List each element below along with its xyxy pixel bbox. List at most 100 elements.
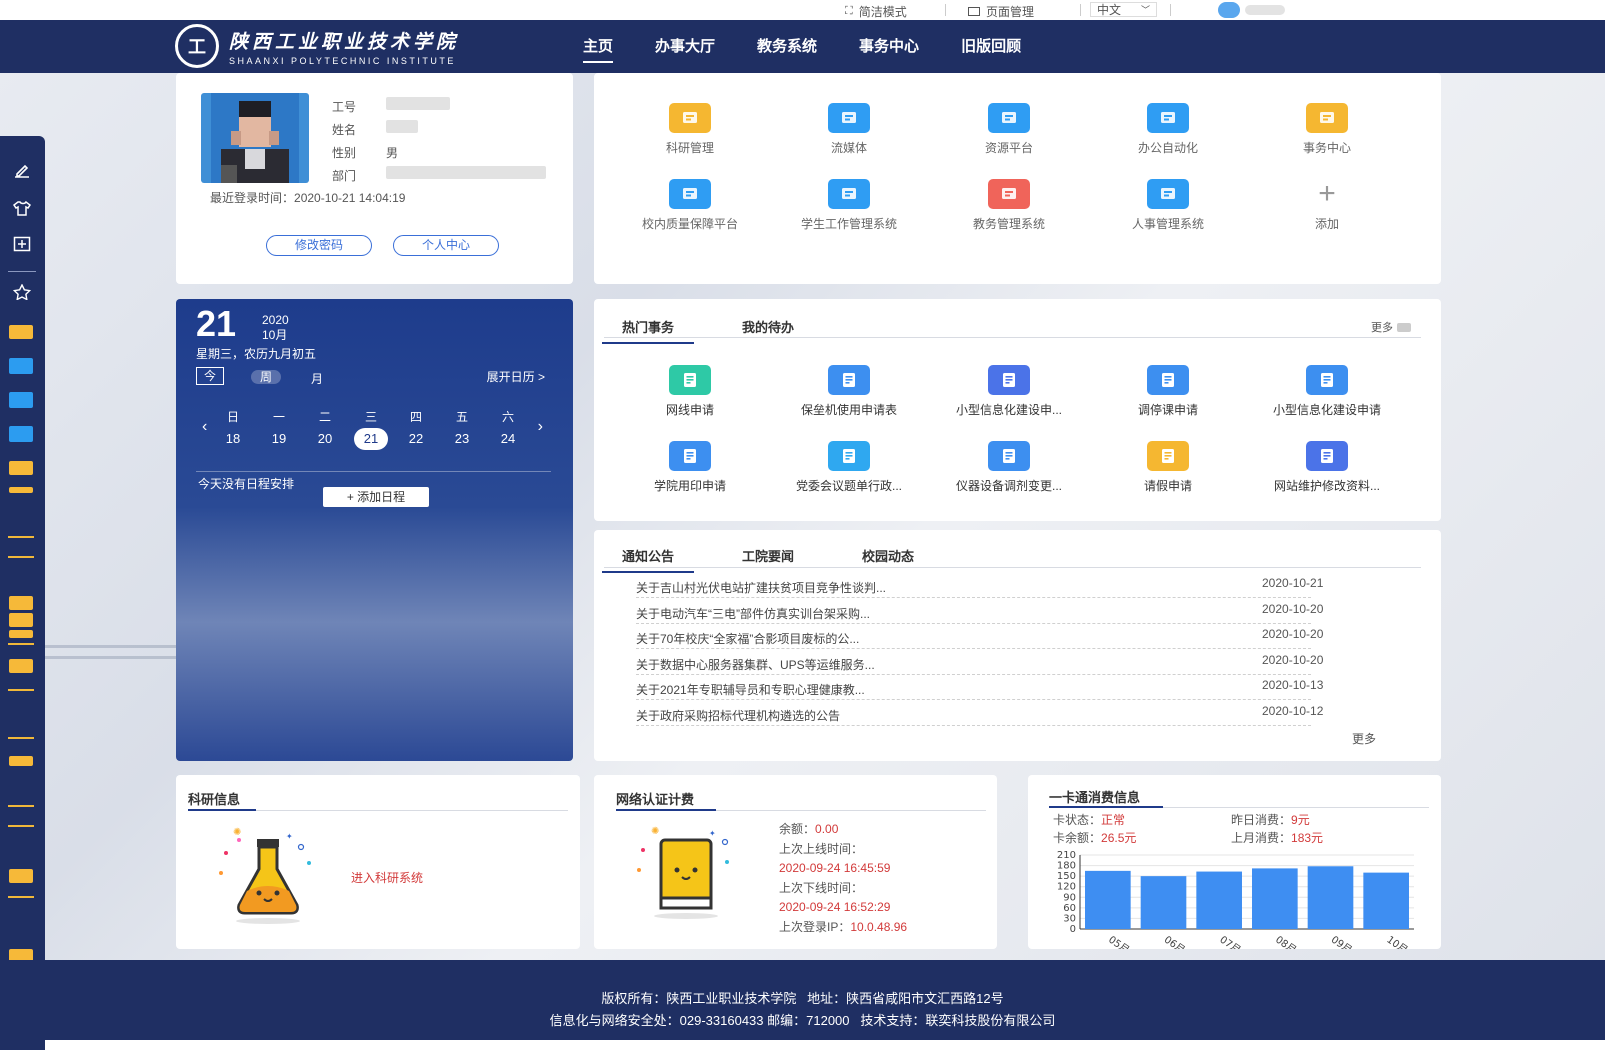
- affair-item[interactable]: 党委会议题单行政...: [779, 441, 919, 494]
- month-view-tab[interactable]: 月: [311, 370, 323, 387]
- app-affairs[interactable]: 事务中心: [1257, 103, 1397, 156]
- simple-mode-toggle[interactable]: ⛶ 简洁模式: [845, 3, 907, 20]
- sidebar-app-resource-icon[interactable]: [9, 392, 33, 408]
- affair-item[interactable]: 小型信息化建设申请: [1257, 365, 1397, 418]
- weekday-header: 六: [501, 410, 514, 424]
- app-plus[interactable]: + 添加: [1257, 179, 1397, 232]
- chart-x-tick-label: 09月: [1329, 934, 1355, 949]
- tab-school-news[interactable]: 工院要闻: [742, 546, 794, 573]
- sidebar-app-icon[interactable]: [9, 659, 33, 673]
- nav-academic-system[interactable]: 教务系统: [757, 20, 817, 73]
- news-item[interactable]: 关于70年校庆“全家福”合影项目废标的公...: [636, 629, 1311, 649]
- nav-affairs-center[interactable]: 事务中心: [859, 20, 919, 73]
- affair-item[interactable]: 网站维护修改资料...: [1257, 441, 1397, 494]
- news-tabs: 通知公告 工院要闻 校园动态: [601, 546, 982, 573]
- add-event-button[interactable]: + 添加日程: [323, 487, 429, 507]
- app-label: 资源平台: [984, 141, 1033, 155]
- app-bell[interactable]: 校内质量保障平台: [620, 179, 760, 232]
- resource-icon: [988, 103, 1030, 133]
- tab-notices[interactable]: 通知公告: [601, 546, 695, 573]
- affair-item[interactable]: 学院用印申请: [620, 441, 760, 494]
- app-folder[interactable]: 科研管理: [620, 103, 760, 156]
- school-logo[interactable]: 工 陕西工业职业技术学院 SHAANXI POLYTECHNIC INSTITU…: [175, 24, 459, 68]
- nav-old-version[interactable]: 旧版回顾: [961, 20, 1021, 73]
- nav-service-hall[interactable]: 办事大厅: [655, 20, 715, 73]
- affairs-more-link[interactable]: 更多: [1371, 319, 1411, 335]
- chart-y-tick-label: 120: [1057, 882, 1076, 893]
- network-billing-card: 网络认证计费 ✺ ✦ 余额：0.00 上次上线时间： 2020-09-24 16:…: [594, 775, 997, 949]
- news-item[interactable]: 关于电动汽车“三电”部件仿真实训台架采购...: [636, 604, 1311, 624]
- card-status: 卡状态：正常: [1053, 813, 1126, 827]
- tab-my-todo[interactable]: 我的待办: [742, 317, 794, 344]
- affair-item[interactable]: 调停课申请: [1098, 365, 1238, 418]
- change-password-button[interactable]: 修改密码: [266, 235, 372, 256]
- calendar-date[interactable]: 18: [216, 428, 250, 450]
- enter-research-link[interactable]: 进入科研系统: [351, 869, 423, 886]
- app-document[interactable]: 人事管理系统: [1098, 179, 1238, 232]
- sidebar-app-icon[interactable]: [9, 487, 33, 493]
- footer: 版权所有：陕西工业职业技术学院 地址：陕西省咸阳市文汇西路12号 信息化与网络安…: [0, 960, 1605, 1040]
- expand-calendar-link[interactable]: 展开日历 >: [487, 368, 545, 385]
- office-icon: [1147, 103, 1189, 133]
- affair-item[interactable]: 请假申请: [1098, 441, 1238, 494]
- news-item[interactable]: 关于2021年专职辅导员和专职心理健康教...: [636, 680, 1311, 700]
- calendar-date[interactable]: 23: [445, 428, 479, 450]
- personal-center-button[interactable]: 个人中心: [393, 235, 499, 256]
- affair-item[interactable]: 仪器设备调剂变更...: [939, 441, 1079, 494]
- nav-home[interactable]: 主页: [583, 20, 614, 73]
- sidebar-app-affairs-icon[interactable]: [9, 461, 33, 475]
- app-graduate[interactable]: 学生工作管理系统: [779, 179, 919, 232]
- app-user[interactable]: 教务管理系统: [939, 179, 1079, 232]
- last-login-ip: 10.0.48.96: [850, 919, 908, 934]
- folder-icon: [669, 103, 711, 133]
- chart-x-tick-label: 10月: [1384, 934, 1410, 949]
- today-button[interactable]: 今: [196, 367, 224, 385]
- network-billing-title: 网络认证计费: [616, 792, 695, 807]
- calendar-date[interactable]: 20: [308, 428, 342, 450]
- affair-item[interactable]: 网线申请: [620, 365, 760, 418]
- prev-week-icon[interactable]: ‹: [202, 418, 207, 436]
- label-gender: 性别: [332, 146, 357, 160]
- sidebar-app-icon[interactable]: [9, 869, 33, 883]
- sidebar-app-icon[interactable]: [9, 756, 33, 766]
- add-box-icon[interactable]: [10, 235, 34, 253]
- news-more-link[interactable]: 更多: [1352, 730, 1376, 747]
- news-item[interactable]: 关于数据中心服务器集群、UPS等运维服务...: [636, 655, 1311, 675]
- app-media[interactable]: 流媒体: [779, 103, 919, 156]
- calendar-date[interactable]: 19: [262, 428, 296, 450]
- news-item[interactable]: 关于政府采购招标代理机构遴选的公告: [636, 706, 1311, 726]
- chart-y-tick-label: 180: [1057, 861, 1076, 872]
- profile-card: 工号 姓名 性别 男 部门 最近登录时间：2020-10-21 14:04:19…: [176, 73, 573, 284]
- affair-item[interactable]: 小型信息化建设申...: [939, 365, 1079, 418]
- sidebar-app-icon[interactable]: [9, 630, 33, 638]
- affair-item[interactable]: 保垒机使用申请表: [779, 365, 919, 418]
- shirt-icon[interactable]: [10, 199, 34, 217]
- app-resource[interactable]: 资源平台: [939, 103, 1079, 156]
- calendar-date[interactable]: 24: [491, 428, 525, 450]
- app-label: 事务中心: [1302, 141, 1351, 155]
- calendar-date-selected[interactable]: 21: [354, 428, 388, 450]
- name-value: [386, 120, 418, 133]
- app-office[interactable]: 办公自动化: [1098, 103, 1238, 156]
- tab-hot-affairs[interactable]: 热门事务: [601, 317, 695, 344]
- page-manage-button[interactable]: 页面管理: [968, 3, 1034, 20]
- bottom-strip: [45, 1040, 1605, 1050]
- news-item[interactable]: 关于吉山村光伏电站扩建扶贫项目竞争性谈判...: [636, 578, 1311, 598]
- sidebar-app-icon[interactable]: [9, 613, 33, 627]
- star-icon[interactable]: [10, 283, 34, 301]
- calendar-date[interactable]: 22: [399, 428, 433, 450]
- chart-bar: [1252, 868, 1298, 929]
- edit-icon[interactable]: [10, 162, 34, 180]
- sidebar-app-media-icon[interactable]: [9, 358, 33, 374]
- language-select[interactable]: 中文 ﹀: [1090, 2, 1158, 17]
- sidebar-app-research-icon[interactable]: [9, 325, 33, 339]
- consumption-bar-chart: 0306090120150180210 05月 06月 07月 08月 09月 10月: [1057, 850, 1414, 949]
- next-week-icon[interactable]: ›: [538, 418, 543, 436]
- sidebar-app-icon[interactable]: [9, 596, 33, 610]
- sidebar-app-office-icon[interactable]: [9, 426, 33, 442]
- avatar[interactable]: [1218, 2, 1240, 18]
- sidebar-divider: [8, 643, 34, 645]
- week-view-tab[interactable]: 周: [251, 370, 281, 384]
- affairs-icon: [1306, 103, 1348, 133]
- tab-campus-news[interactable]: 校园动态: [862, 546, 914, 573]
